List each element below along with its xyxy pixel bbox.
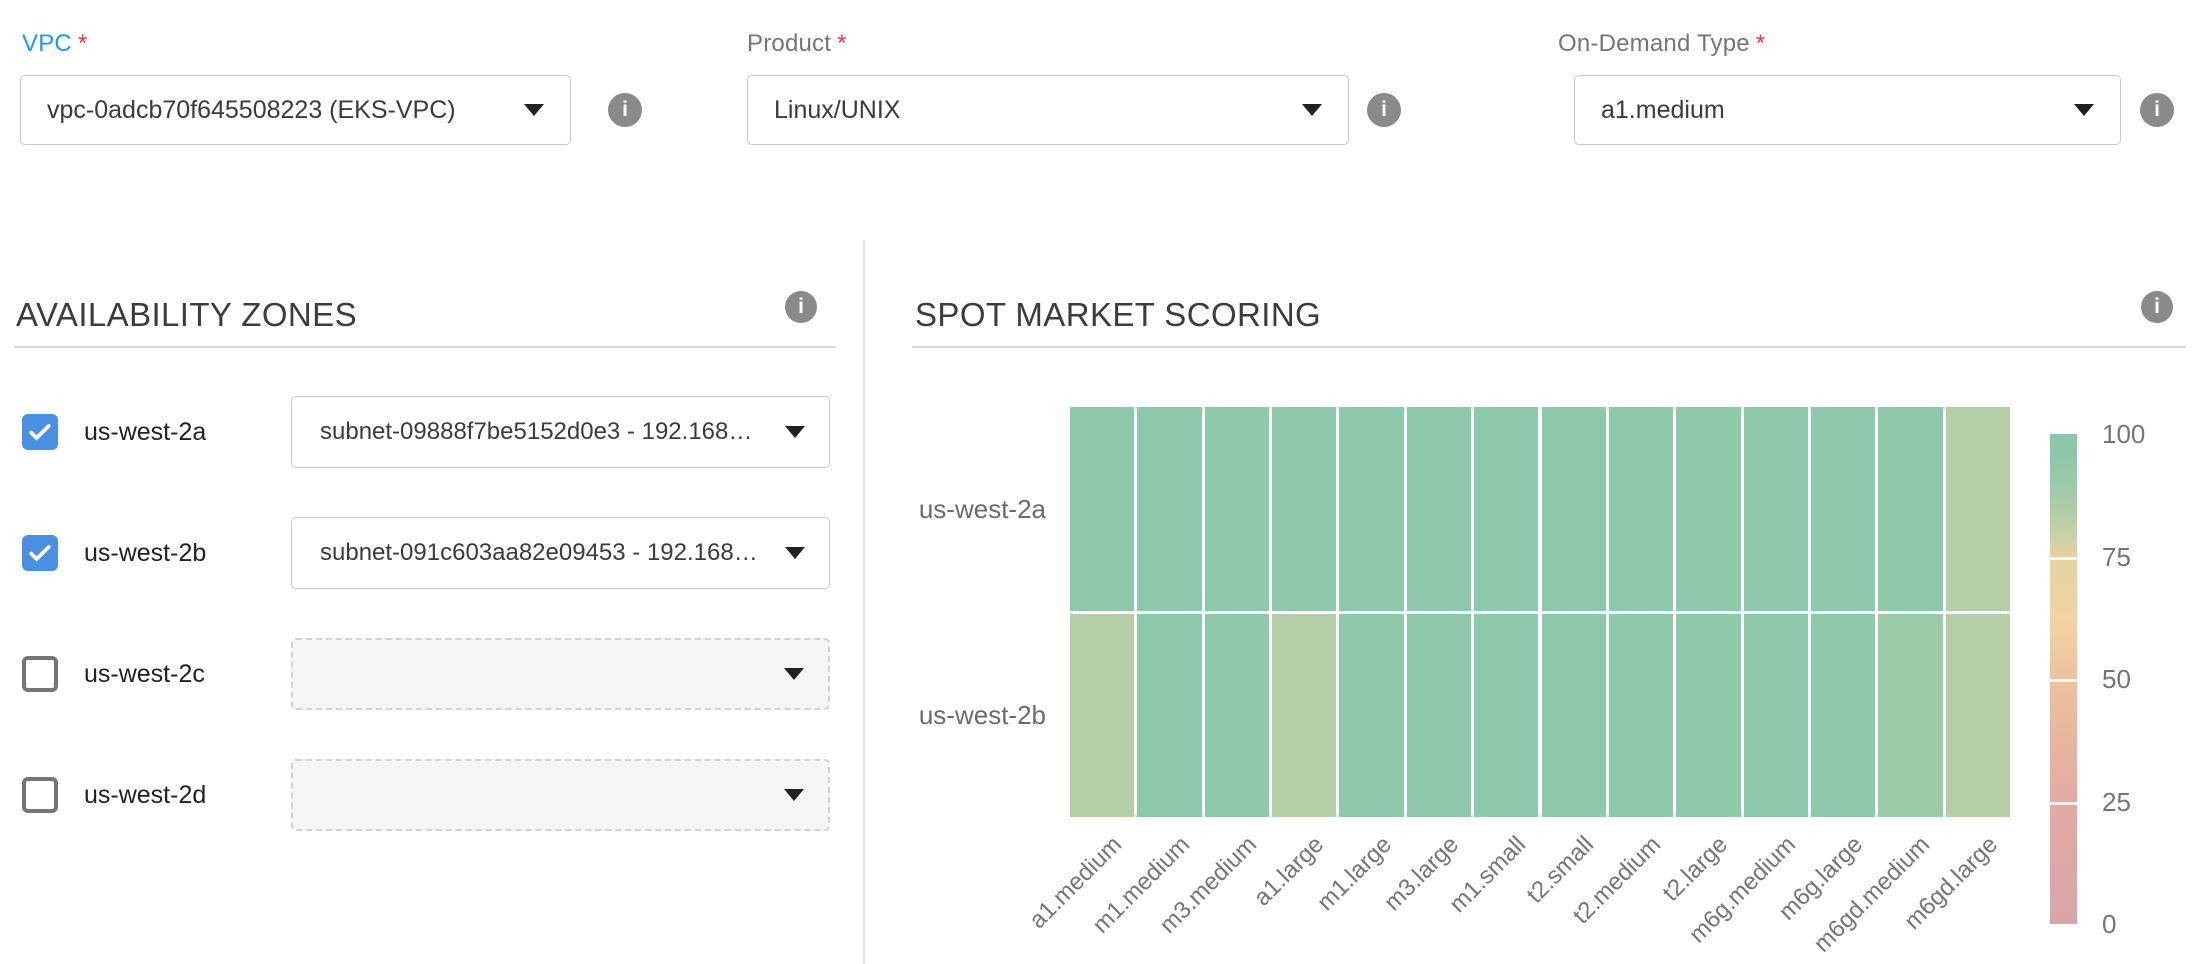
- heatmap-cell-us-west-2a-m6gd.medium: [1878, 407, 1942, 611]
- heatmap-cell-us-west-2a-t2.medium: [1609, 407, 1673, 611]
- heatmap-cell-us-west-2b-a1.large: [1272, 614, 1336, 818]
- chevron-down-icon: [1302, 104, 1322, 116]
- heatmap-cell-us-west-2a-m3.medium: [1205, 407, 1269, 611]
- availability-zones-title: AVAILABILITY ZONES: [16, 296, 357, 334]
- spot-market-config-page: VPC* vpc-0adcb70f645508223 (EKS-VPC) i P…: [0, 0, 2196, 964]
- heatmap-cell-us-west-2a-a1.large: [1272, 407, 1336, 611]
- checkmark-icon: [25, 417, 55, 447]
- heatmap-cell-us-west-2a-t2.small: [1542, 407, 1606, 611]
- product-info-icon[interactable]: i: [1367, 93, 1401, 127]
- az-zone-label: us-west-2b: [84, 517, 206, 589]
- heatmap-cell-us-west-2a-m1.small: [1474, 407, 1538, 611]
- heatmap-cell-us-west-2a-m6gd.large: [1946, 407, 2010, 611]
- az-zone-label: us-west-2a: [84, 396, 206, 468]
- checkbox-us-west-2a[interactable]: [22, 414, 58, 450]
- subnet-select-us-west-2c[interactable]: [291, 638, 830, 710]
- availability-zones-info-icon[interactable]: i: [785, 291, 817, 323]
- colorbar-tick-25: 25: [2102, 787, 2182, 818]
- subnet-select-us-west-2d[interactable]: [291, 759, 830, 831]
- heatmap-row-label-us-west-2b: us-west-2b: [826, 700, 1046, 731]
- colorbar-tick-75: 75: [2102, 542, 2182, 573]
- checkmark-icon: [25, 538, 55, 568]
- heatmap-cell-us-west-2b-m6g.large: [1811, 614, 1875, 818]
- heatmap-cell-us-west-2a-m6g.large: [1811, 407, 1875, 611]
- az-row-us-west-2b: us-west-2b subnet-091c603aa82e09453 - 192…: [0, 517, 863, 589]
- heatmap-cell-us-west-2b-a1.medium: [1070, 614, 1134, 818]
- heatmap-cell-us-west-2b-m6gd.large: [1946, 614, 2010, 818]
- spot-market-scoring-info-icon[interactable]: i: [2141, 291, 2173, 323]
- checkbox-us-west-2d[interactable]: [22, 777, 58, 813]
- az-row-us-west-2d: us-west-2d: [0, 759, 863, 831]
- az-zone-label: us-west-2d: [84, 759, 206, 831]
- az-row-us-west-2a: us-west-2a subnet-09888f7be5152d0e3 - 192…: [0, 396, 863, 468]
- az-row-us-west-2c: us-west-2c: [0, 638, 863, 710]
- vpc-info-icon[interactable]: i: [608, 93, 642, 127]
- chevron-down-icon: [2074, 104, 2094, 116]
- az-zone-label: us-west-2c: [84, 638, 205, 710]
- heatmap-row-label-us-west-2a: us-west-2a: [826, 494, 1046, 525]
- subnet-select-us-west-2b[interactable]: subnet-091c603aa82e09453 - 192.168…: [291, 517, 830, 589]
- subnet-select-value: subnet-09888f7be5152d0e3 - 192.168…: [320, 418, 767, 446]
- required-asterisk: *: [837, 30, 847, 57]
- chevron-down-icon: [524, 104, 544, 116]
- colorbar: [2050, 434, 2077, 924]
- product-select[interactable]: Linux/UNIX: [747, 75, 1349, 145]
- chevron-down-icon: [784, 789, 804, 801]
- subnet-select-us-west-2a[interactable]: subnet-09888f7be5152d0e3 - 192.168…: [291, 396, 830, 468]
- heatmap-cell-us-west-2a-m1.medium: [1137, 407, 1201, 611]
- section-divider: [912, 346, 2186, 348]
- heatmap-cell-us-west-2b-m6gd.medium: [1878, 614, 1942, 818]
- colorbar-tick-100: 100: [2102, 419, 2182, 450]
- colorbar-divider: [2050, 679, 2077, 682]
- required-asterisk: *: [78, 30, 88, 57]
- heatmap-cell-us-west-2b-m1.large: [1339, 614, 1403, 818]
- colorbar-tick-0: 0: [2102, 909, 2182, 940]
- spot-market-scoring-title: SPOT MARKET SCORING: [915, 296, 1321, 334]
- product-label: Product*: [747, 30, 847, 58]
- heatmap-cell-us-west-2b-m1.small: [1474, 614, 1538, 818]
- heatmap-cell-us-west-2b-t2.large: [1676, 614, 1740, 818]
- on-demand-type-info-icon[interactable]: i: [2140, 93, 2174, 127]
- heatmap-cell-us-west-2a-m1.large: [1339, 407, 1403, 611]
- heatmap-cell-us-west-2b-t2.small: [1542, 614, 1606, 818]
- product-select-value: Linux/UNIX: [774, 96, 1284, 125]
- heatmap-cell-us-west-2b-m3.medium: [1205, 614, 1269, 818]
- on-demand-type-select[interactable]: a1.medium: [1574, 75, 2121, 145]
- section-divider: [14, 346, 836, 348]
- heatmap-cell-us-west-2a-m6g.medium: [1744, 407, 1808, 611]
- vpc-label: VPC*: [22, 30, 88, 58]
- colorbar-divider: [2050, 802, 2077, 805]
- heatmap-cell-us-west-2b-m6g.medium: [1744, 614, 1808, 818]
- checkbox-us-west-2c[interactable]: [22, 656, 58, 692]
- colorbar-tick-50: 50: [2102, 664, 2182, 695]
- vpc-select-value: vpc-0adcb70f645508223 (EKS-VPC): [47, 96, 506, 125]
- colorbar-divider: [2050, 557, 2077, 560]
- heatmap-cell-us-west-2b-m1.medium: [1137, 614, 1201, 818]
- chevron-down-icon: [785, 547, 805, 559]
- chevron-down-icon: [785, 426, 805, 438]
- panel-divider: [863, 240, 865, 964]
- on-demand-type-select-value: a1.medium: [1601, 96, 2056, 125]
- checkbox-us-west-2b[interactable]: [22, 535, 58, 571]
- heatmap-cell-us-west-2b-m3.large: [1407, 614, 1471, 818]
- chevron-down-icon: [784, 668, 804, 680]
- heatmap-cell-us-west-2a-a1.medium: [1070, 407, 1134, 611]
- on-demand-type-label: On-Demand Type*: [1558, 30, 1765, 58]
- subnet-select-value: subnet-091c603aa82e09453 - 192.168…: [320, 539, 767, 567]
- heatmap-cell-us-west-2a-t2.large: [1676, 407, 1740, 611]
- vpc-select[interactable]: vpc-0adcb70f645508223 (EKS-VPC): [20, 75, 571, 145]
- required-asterisk: *: [1756, 30, 1766, 57]
- heatmap-cell-us-west-2b-t2.medium: [1609, 614, 1673, 818]
- heatmap-cell-us-west-2a-m3.large: [1407, 407, 1471, 611]
